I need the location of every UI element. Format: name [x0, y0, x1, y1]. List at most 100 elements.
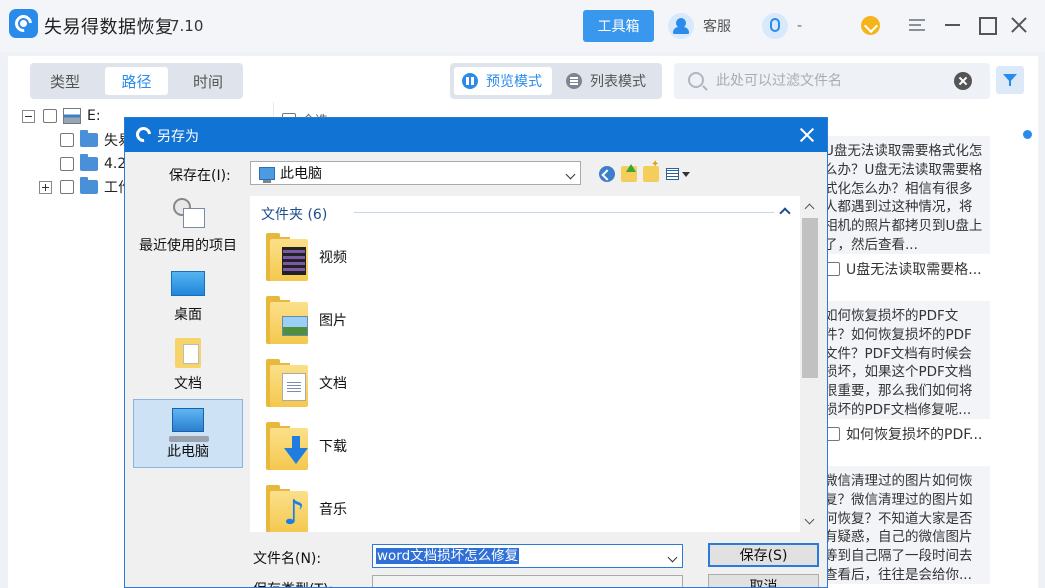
- filter-icon[interactable]: [996, 66, 1024, 94]
- collapse-icon[interactable]: [22, 109, 35, 123]
- filename-label: 文件名(N):: [253, 551, 322, 567]
- place-label: 桌面: [174, 307, 202, 323]
- menu-icon[interactable]: [907, 14, 929, 36]
- place-recent[interactable]: 最近使用的项目: [133, 192, 243, 261]
- preview-mode-button[interactable]: 预览模式: [454, 67, 552, 95]
- folder-item[interactable]: 下载: [266, 419, 546, 473]
- vip-badge-icon[interactable]: [861, 16, 880, 35]
- card-checkbox[interactable]: [826, 262, 840, 276]
- tree-checkbox[interactable]: [60, 133, 74, 147]
- place-this-pc[interactable]: 此电脑: [133, 399, 243, 468]
- card-filename-row[interactable]: 如何恢复损坏的PDF...: [822, 419, 990, 449]
- documents-icon: [175, 338, 201, 368]
- minimize-icon[interactable]: [942, 14, 964, 36]
- scroll-down-icon[interactable]: [804, 514, 815, 525]
- filename-value: word文档损坏怎么修复: [376, 548, 520, 564]
- place-label: 文档: [174, 376, 202, 392]
- folder-item[interactable]: 视频: [266, 230, 546, 284]
- card-preview-text[interactable]: U盘无法读取需要格式化怎么办？U盘无法读取需要格式化怎么办？相信有很多人都遇到过…: [822, 136, 990, 254]
- filename-input[interactable]: word文档损坏怎么修复: [372, 544, 683, 568]
- save-button[interactable]: 保存(S): [708, 543, 819, 567]
- save-in-dropdown[interactable]: 此电脑: [250, 161, 581, 185]
- folder-icon: [80, 154, 98, 171]
- user-service-icon: [668, 13, 694, 39]
- card-checkbox[interactable]: [826, 427, 840, 441]
- tree-label: E:: [87, 108, 101, 124]
- folder-item[interactable]: ♪ 音乐: [266, 482, 546, 532]
- card-filename: 如何恢复损坏的PDF...: [846, 427, 983, 443]
- tab-path[interactable]: 路径: [105, 67, 168, 95]
- tree-row-drive[interactable]: E:: [22, 106, 101, 126]
- folder-icon: [80, 177, 98, 194]
- drive-icon: [63, 108, 81, 124]
- back-icon[interactable]: [599, 166, 615, 182]
- tree-row-folder[interactable]: 失易: [60, 130, 132, 150]
- folder-name: 视频: [319, 250, 347, 266]
- chevron-down-icon: [667, 583, 678, 587]
- group-header[interactable]: 文件夹 (6): [261, 204, 327, 224]
- toolbox-button[interactable]: 工具箱: [583, 10, 654, 42]
- dialog-titlebar: 另存为: [125, 118, 827, 152]
- save-as-dialog: 另存为 保存在(I): 此电脑 最近使用的项目 桌面 文档 此电脑 文件: [124, 117, 828, 588]
- folder-name: 文档: [319, 376, 347, 392]
- dialog-title: 另存为: [157, 129, 199, 145]
- music-folder-icon: ♪: [266, 485, 308, 532]
- folder-name: 音乐: [319, 502, 347, 518]
- save-in-value: 此电脑: [280, 166, 322, 182]
- group-divider: [354, 212, 774, 213]
- up-folder-icon[interactable]: [621, 164, 637, 182]
- tab-type[interactable]: 类型: [34, 67, 96, 95]
- list-mode-button[interactable]: 列表模式: [558, 67, 658, 95]
- tree-row-folder[interactable]: 工作: [39, 177, 132, 197]
- tree-checkbox[interactable]: [60, 157, 74, 171]
- card-preview-text[interactable]: 微信清理过的图片如何恢复？微信清理过的图片如何恢复？不知道大家是否有疑惑，自己的…: [822, 466, 990, 584]
- tree-row-folder[interactable]: 4.2: [60, 154, 126, 174]
- tree-label: 4.2: [104, 156, 127, 172]
- clear-search-icon[interactable]: [954, 72, 972, 90]
- filename-filter: [674, 63, 990, 99]
- documents-folder-icon: [266, 359, 308, 407]
- preview-cards: U盘无法读取需要格式化怎么办？U盘无法读取需要格式化怎么办？相信有很多人都遇到过…: [822, 136, 990, 584]
- new-folder-icon[interactable]: [643, 159, 659, 182]
- close-icon[interactable]: [1008, 14, 1030, 36]
- folder-item[interactable]: 图片: [266, 293, 546, 347]
- app-version: 7.10: [170, 17, 204, 35]
- folder-item[interactable]: 文档: [266, 356, 546, 410]
- expand-icon[interactable]: [39, 180, 52, 194]
- scrollbar-thumb[interactable]: [1023, 130, 1032, 139]
- file-list-scrollbar[interactable]: [800, 196, 820, 532]
- desktop-icon: [171, 271, 205, 296]
- search-icon: [688, 72, 704, 88]
- pictures-folder-icon: [266, 296, 308, 344]
- scrollbar-thumb[interactable]: [802, 218, 818, 378]
- folder-name: 图片: [319, 313, 347, 329]
- filename-filter-input[interactable]: [716, 71, 946, 91]
- tab-time[interactable]: 时间: [177, 67, 239, 95]
- app-logo-icon: [9, 9, 38, 38]
- place-desktop[interactable]: 桌面: [133, 261, 243, 330]
- scroll-up-icon[interactable]: [804, 203, 815, 214]
- this-pc-icon: [169, 408, 209, 442]
- tree-checkbox[interactable]: [60, 180, 74, 194]
- dialog-close-icon[interactable]: [799, 127, 815, 143]
- folder-icon: [80, 130, 98, 147]
- filetype-dropdown[interactable]: [372, 575, 683, 587]
- customer-service-button[interactable]: 客服: [668, 13, 731, 39]
- filetype-label: 保存类型(T):: [253, 579, 333, 587]
- cancel-button[interactable]: 取消: [708, 574, 819, 587]
- downloads-folder-icon: [266, 422, 308, 470]
- maximize-icon[interactable]: [976, 14, 998, 36]
- place-documents[interactable]: 文档: [133, 330, 243, 399]
- view-mode-switch: 预览模式 列表模式: [450, 63, 662, 99]
- card-preview-text[interactable]: 如何恢复损坏的PDF文件？如何恢复损坏的PDF文件？PDF文档有时候会损坏，如果…: [822, 301, 990, 419]
- collapse-group-icon[interactable]: [779, 207, 791, 219]
- qq-contact-label: -: [797, 18, 803, 34]
- recent-items-icon: [171, 198, 205, 230]
- view-menu-icon[interactable]: [666, 166, 690, 182]
- list-view-icon: [566, 73, 582, 89]
- list-mode-label: 列表模式: [590, 74, 646, 90]
- card-filename-row[interactable]: U盘无法读取需要格...: [822, 254, 990, 284]
- qq-contact-button[interactable]: -: [762, 13, 802, 39]
- grid-view-icon: [462, 73, 478, 89]
- tree-checkbox[interactable]: [43, 109, 57, 123]
